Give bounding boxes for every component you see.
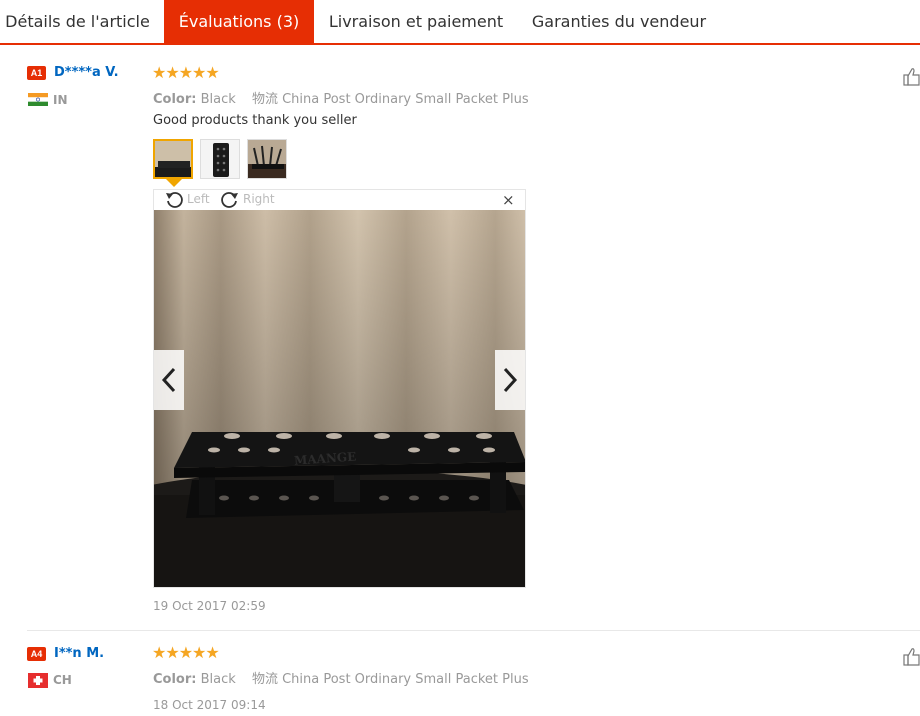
shipping-method: 物流 China Post Ordinary Small Packet Plus [251, 92, 529, 107]
tab-seller-guarantees[interactable]: Garanties du vendeur [524, 0, 714, 43]
next-photo-button[interactable] [495, 350, 525, 410]
tab-shipping-payment[interactable]: Livraison et paiement [322, 0, 510, 43]
prev-photo-button[interactable] [154, 350, 184, 410]
color-value: Black [200, 92, 236, 107]
rotate-right-icon[interactable] [220, 191, 240, 209]
photo-thumbnail-image [155, 141, 191, 177]
shipping-method: 物流 China Post Ordinary Small Packet Plus [251, 672, 529, 687]
rotate-left-icon[interactable] [164, 191, 184, 209]
tab-item-details[interactable]: Détails de l'article [0, 0, 155, 43]
chevron-right-icon [503, 367, 518, 393]
rating-stars: ★★★★★ [152, 63, 220, 82]
rotate-right-label[interactable]: Right [243, 192, 275, 206]
review-divider [27, 630, 920, 631]
viewer-toolbar: Left Right × [154, 190, 525, 210]
order-attributes: Color: Black 物流 China Post Ordinary Smal… [153, 88, 529, 107]
order-attributes: Color: Black 物流 China Post Ordinary Smal… [153, 668, 529, 687]
switzerland-flag-icon [28, 673, 48, 688]
buyer-name: D****a V. [54, 65, 119, 80]
buyer-level-badge: A4 [27, 647, 46, 661]
color-value: Black [200, 672, 236, 687]
india-flag-icon [28, 93, 48, 106]
buyer-country: IN [53, 93, 68, 107]
rotate-left-label[interactable]: Left [187, 192, 210, 206]
color-label: Color: [153, 92, 197, 107]
thumbs-up-icon[interactable] [903, 66, 920, 86]
thumbs-up-icon[interactable] [903, 646, 920, 666]
review-photo-thumb[interactable] [247, 139, 287, 179]
review-date: 18 Oct 2017 09:14 [153, 698, 266, 712]
tab-reviews[interactable]: Évaluations (3) [164, 0, 314, 43]
thumb-pointer-icon [166, 179, 182, 187]
photo-thumbnail-image [248, 140, 286, 178]
color-label: Color: [153, 672, 197, 687]
buyer-country: CH [53, 673, 72, 687]
photo-viewer: Left Right × MAANGE [153, 189, 526, 588]
close-icon[interactable]: × [502, 191, 515, 209]
review-photo-thumb[interactable] [200, 139, 240, 179]
review-text: Good products thank you seller [153, 113, 357, 128]
buyer-name: I**n M. [54, 646, 105, 661]
review-photo-thumb[interactable] [153, 139, 193, 179]
tab-bar: Détails de l'article Évaluations (3) Liv… [0, 0, 920, 45]
photo-thumbnail-image [201, 140, 239, 178]
review-photo-large: MAANGE [154, 210, 525, 587]
review-date: 19 Oct 2017 02:59 [153, 599, 266, 613]
buyer-level-badge: A1 [27, 66, 46, 80]
chevron-left-icon [161, 367, 176, 393]
rating-stars: ★★★★★ [152, 643, 220, 662]
